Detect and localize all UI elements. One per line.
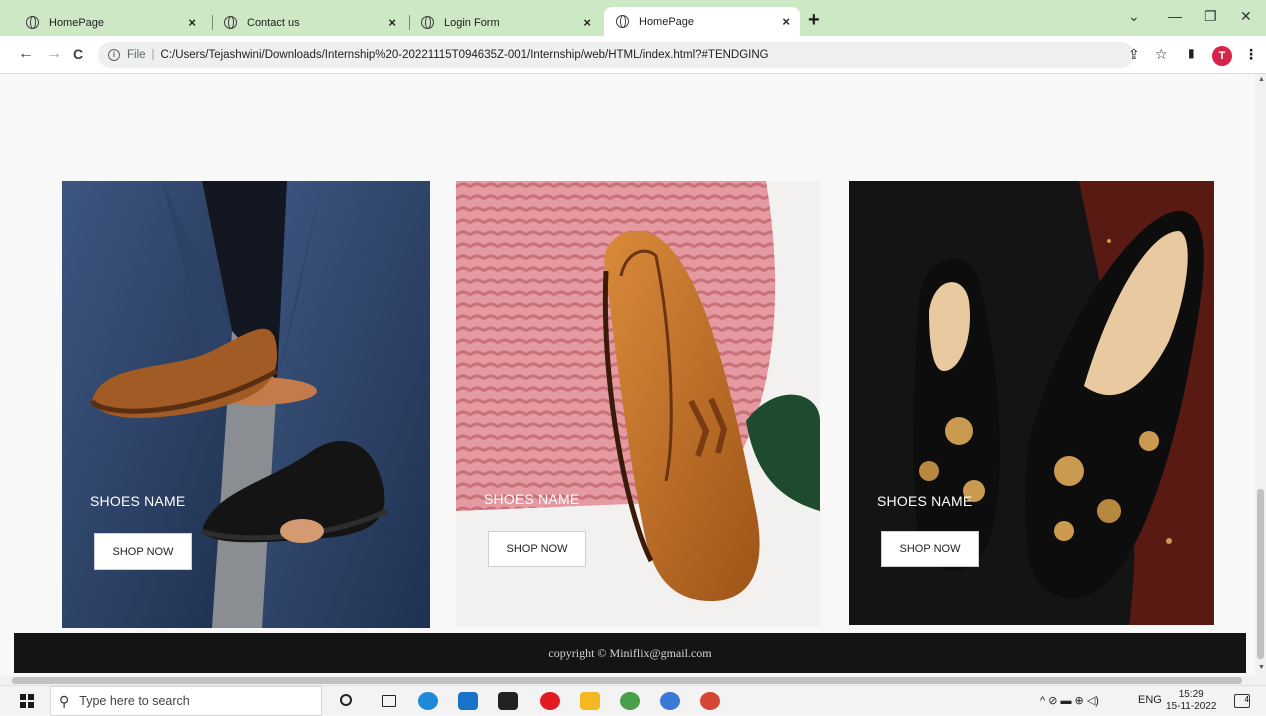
product-card-3: SHOES NAME SHOP NOW (849, 181, 1214, 625)
tab-close-icon[interactable]: × (782, 14, 790, 29)
new-tab-button[interactable]: + (808, 10, 820, 30)
browser-toolbar: ← → C i File | C:/Users/Tejashwini/Downl… (0, 36, 1266, 74)
tab-login-form[interactable]: Login Form × (409, 9, 601, 36)
tab-title: HomePage (639, 15, 695, 28)
tab-close-icon[interactable]: × (388, 15, 396, 30)
side-panel-icon[interactable]: ▮ (1188, 46, 1195, 60)
copyright-text: copyright © Miniflix@gmail.com (548, 645, 712, 660)
chrome-icon-1[interactable] (620, 692, 640, 710)
mail-icon[interactable] (458, 692, 478, 710)
globe-icon (26, 16, 39, 29)
tab-homepage-active[interactable]: HomePage × (604, 7, 800, 36)
globe-icon (224, 16, 237, 29)
vertical-scrollbar[interactable]: ▲ ▼ (1255, 74, 1266, 676)
store-icon[interactable] (498, 692, 518, 710)
tab-title: Login Form (444, 16, 500, 29)
forward-button[interactable]: → (46, 46, 62, 62)
bookmark-star-icon[interactable]: ☆ (1155, 46, 1168, 63)
shop-now-button[interactable]: SHOP NOW (488, 531, 586, 567)
globe-icon (616, 15, 629, 28)
notification-count: 4 (1244, 695, 1249, 704)
taskbar-clock[interactable]: 15:29 15-11-2022 (1166, 689, 1216, 713)
tab-close-icon[interactable]: × (583, 15, 591, 30)
tab-contact-us[interactable]: Contact us × (212, 9, 406, 36)
horizontal-scroll-thumb[interactable] (12, 677, 1242, 684)
tab-close-icon[interactable]: × (188, 15, 196, 30)
restore-button[interactable]: ❐ (1204, 8, 1217, 25)
page-footer: copyright © Miniflix@gmail.com (14, 633, 1246, 673)
language-indicator[interactable]: ENG (1138, 694, 1162, 706)
taskbar-search-box[interactable]: ⚲ Type here to search (50, 686, 322, 716)
edge-browser-icon[interactable] (418, 692, 438, 710)
tab-search-chevron-icon[interactable]: ⌄ (1128, 8, 1140, 25)
profile-avatar[interactable]: T (1212, 46, 1232, 66)
globe-icon (421, 16, 434, 29)
file-explorer-icon[interactable] (580, 692, 600, 710)
shop-now-button[interactable]: SHOP NOW (881, 531, 979, 567)
tab-homepage-1[interactable]: HomePage × (14, 9, 206, 36)
search-icon: ⚲ (59, 692, 70, 709)
url-text[interactable]: C:/Users/Tejashwini/Downloads/Internship… (161, 49, 769, 61)
clock-date: 15-11-2022 (1166, 701, 1217, 712)
product-name: SHOES NAME (484, 491, 580, 507)
back-button[interactable]: ← (18, 46, 34, 62)
vertical-scroll-thumb[interactable] (1257, 489, 1264, 659)
address-bar[interactable]: i File | C:/Users/Tejashwini/Downloads/I… (98, 42, 1134, 68)
product-card-1: SHOES NAME SHOP NOW (62, 181, 430, 628)
info-icon[interactable]: i (108, 49, 120, 61)
windows-taskbar: ⚲ Type here to search ^ ⊘ ▬ ⊕ ◁) ENG 15:… (0, 685, 1266, 716)
tab-title: Contact us (247, 16, 300, 29)
clock-time: 15:29 (1178, 689, 1204, 700)
product-name: SHOES NAME (877, 493, 973, 509)
cortana-icon[interactable] (340, 694, 352, 706)
shop-now-button[interactable]: SHOP NOW (94, 533, 192, 570)
notification-center-icon[interactable]: 4 (1234, 694, 1250, 708)
tab-title: HomePage (49, 16, 105, 29)
search-placeholder: Type here to search (79, 694, 190, 708)
share-icon[interactable]: ⇪ (1128, 46, 1140, 63)
chrome-icon-3[interactable] (700, 692, 720, 710)
horizontal-scrollbar[interactable] (0, 676, 1266, 685)
scheme-label: File (127, 49, 146, 61)
system-tray-icons[interactable]: ^ ⊘ ▬ ⊕ ◁) (1040, 694, 1099, 707)
close-window-button[interactable]: ✕ (1240, 8, 1252, 25)
minimize-button[interactable]: — (1168, 8, 1182, 24)
address-separator: | (151, 49, 155, 61)
product-card-2: SHOES NAME SHOP NOW (456, 181, 820, 626)
scroll-up-arrow-icon[interactable]: ▲ (1258, 76, 1265, 83)
windows-start-icon[interactable] (20, 694, 34, 708)
tab-strip: HomePage × Contact us × Login Form × Hom… (0, 0, 1266, 36)
scroll-down-arrow-icon[interactable]: ▼ (1258, 664, 1265, 671)
task-view-icon[interactable] (382, 695, 396, 707)
page-viewport: SHOES NAME SHOP NOW SHOES NAME SHOP NOW … (0, 74, 1255, 676)
browser-menu-icon[interactable]: ⋮ (1244, 46, 1258, 63)
chrome-icon-2[interactable] (660, 692, 680, 710)
opera-icon[interactable] (540, 692, 560, 710)
reload-button[interactable]: C (73, 46, 83, 62)
product-name: SHOES NAME (90, 493, 186, 509)
